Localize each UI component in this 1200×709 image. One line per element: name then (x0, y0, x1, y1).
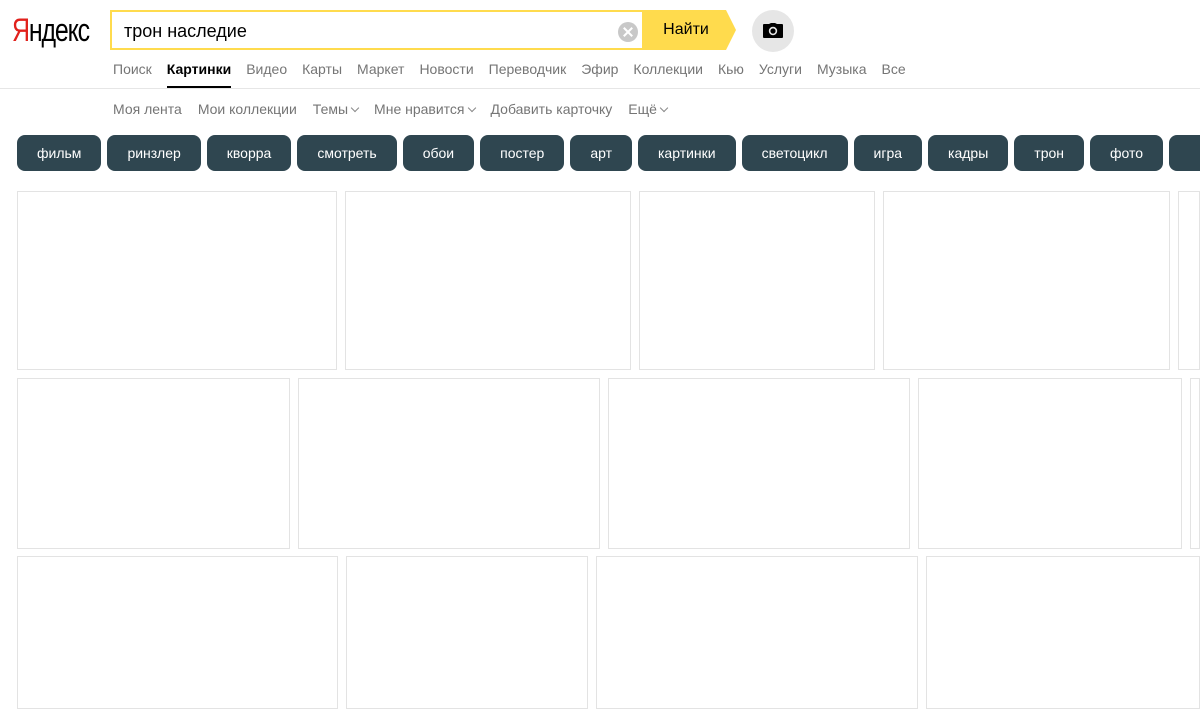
service-tab[interactable]: Новости (419, 60, 473, 78)
subnav-item-label: Мне нравится (374, 101, 465, 117)
subnav-item-label: Моя лента (113, 101, 182, 117)
service-tab[interactable]: Поиск (113, 60, 152, 78)
subnav-item[interactable]: Мои коллекции (198, 100, 297, 118)
related-query-chip[interactable]: фильм (17, 135, 102, 171)
search-query: трон наследие (124, 21, 247, 41)
subnav-item-label: Ещё (628, 101, 657, 117)
service-tab[interactable]: Картинки (166, 60, 232, 89)
image-result-tile[interactable] (346, 556, 588, 709)
service-tab[interactable]: Кью (718, 60, 744, 78)
services-nav: Поиск Картинки Видео Карты Маркет Новости Пере… (113, 60, 921, 89)
related-queries: фильм ринзлер кворра смотреть обои постер арт к… (17, 135, 1200, 171)
logo-rest: ндекс (28, 12, 90, 48)
service-tab[interactable]: Все (882, 60, 906, 78)
subnav-item[interactable]: Добавить карточку (491, 100, 613, 118)
image-result-tile[interactable] (918, 378, 1182, 549)
subnav-item[interactable]: Мне нравится (374, 100, 476, 118)
subnav-item-label: Добавить карточку (490, 101, 613, 117)
clear-icon[interactable] (618, 22, 638, 42)
image-result-tile[interactable] (608, 378, 910, 549)
images-subnav: Моя лента Мои коллекции Темы Мне нравится До… (113, 100, 683, 118)
related-query-chip[interactable]: светоцикл (741, 135, 848, 171)
service-tab[interactable]: Маркет (357, 60, 404, 78)
search-bar: трон наследие Найти (110, 10, 736, 50)
image-result-tile[interactable] (298, 378, 600, 549)
related-query-chip[interactable]: ринзлер (107, 135, 201, 171)
related-query-chip[interactable]: картинки (638, 135, 736, 171)
related-query-chip[interactable]: игра (853, 135, 923, 171)
service-tab[interactable]: Коллекции (633, 60, 703, 78)
service-tab[interactable]: Услуги (759, 60, 802, 78)
image-result-tile[interactable] (1190, 378, 1200, 549)
image-result-tile[interactable] (596, 556, 918, 709)
image-result-tile[interactable] (17, 556, 338, 709)
subnav-item-label: Темы (312, 101, 349, 117)
subnav-item[interactable]: Моя лента (113, 100, 182, 118)
image-result-tile[interactable] (17, 378, 290, 549)
logo-first-letter: Я (12, 12, 30, 48)
service-tab[interactable]: Карты (302, 60, 342, 78)
chevron-down-icon (659, 103, 669, 113)
image-result-tile[interactable] (926, 556, 1200, 709)
related-query-chip[interactable]: трон (1014, 135, 1085, 171)
image-result-tile[interactable] (345, 191, 631, 370)
subnav-item[interactable]: Темы (312, 100, 360, 118)
image-result-tile[interactable] (639, 191, 875, 370)
image-search-button[interactable] (752, 10, 794, 52)
related-query-chip[interactable]: арт (570, 135, 632, 171)
search-button-arrow (726, 10, 736, 50)
subnav-item-label: Мои коллекции (197, 101, 297, 117)
search-button[interactable]: Найти (642, 10, 726, 50)
chevron-down-icon (350, 103, 360, 113)
related-query-chip[interactable] (1169, 135, 1200, 171)
image-result-tile[interactable] (1178, 191, 1200, 370)
service-tab[interactable]: Видео (246, 60, 287, 78)
subnav-item[interactable]: Ещё (628, 100, 669, 118)
header-divider (0, 88, 1200, 89)
related-query-chip[interactable]: постер (480, 135, 565, 171)
service-tab[interactable]: Переводчик (489, 60, 567, 78)
yandex-logo[interactable]: Яндекс (12, 10, 90, 50)
related-query-chip[interactable]: обои (402, 135, 475, 171)
related-query-chip[interactable]: кворра (206, 135, 292, 171)
search-input[interactable]: трон наследие (110, 10, 642, 50)
related-query-chip[interactable]: кадры (928, 135, 1009, 171)
image-result-tile[interactable] (883, 191, 1170, 370)
chevron-down-icon (467, 103, 476, 113)
related-query-chip[interactable]: смотреть (297, 135, 397, 171)
image-result-tile[interactable] (17, 191, 337, 370)
service-tab[interactable]: Эфир (581, 60, 618, 78)
related-query-chip[interactable]: фото (1090, 135, 1164, 171)
camera-icon (763, 23, 783, 38)
service-tab[interactable]: Музыка (817, 60, 867, 78)
